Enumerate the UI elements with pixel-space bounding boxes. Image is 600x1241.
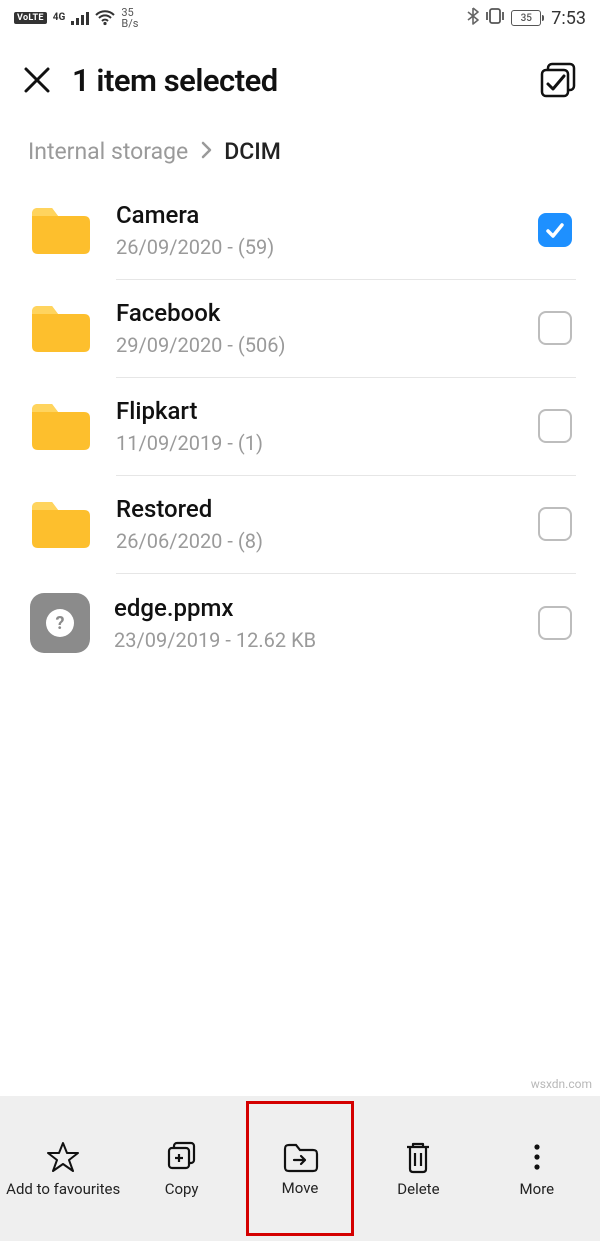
copy-button[interactable]: Copy xyxy=(122,1096,240,1241)
selection-header: 1 item selected xyxy=(0,34,600,112)
item-meta: 29/09/2020 - (506) xyxy=(116,333,514,357)
action-label: More xyxy=(520,1180,555,1198)
breadcrumb-current: DCIM xyxy=(224,138,281,165)
unknown-file-icon: ? xyxy=(30,593,90,653)
battery-indicator: 35 xyxy=(511,10,541,26)
list-item[interactable]: Restored 26/06/2020 - (8) xyxy=(0,475,600,573)
status-bar: VoLTE 4G 35 B/s 35 7:53 xyxy=(0,0,600,34)
watermark: wsxdn.com xyxy=(531,1077,592,1091)
item-name: Flipkart xyxy=(116,397,514,425)
item-meta: 26/09/2020 - (59) xyxy=(116,235,514,259)
folder-icon xyxy=(28,400,92,452)
volte-badge: VoLTE xyxy=(14,12,47,24)
delete-button[interactable]: Delete xyxy=(359,1096,477,1241)
page-title: 1 item selected xyxy=(72,62,278,99)
checkbox[interactable] xyxy=(538,606,572,640)
more-button[interactable]: More xyxy=(478,1096,596,1241)
breadcrumb-root[interactable]: Internal storage xyxy=(28,138,188,165)
star-icon xyxy=(46,1140,80,1174)
move-folder-icon xyxy=(281,1141,319,1173)
item-name: Facebook xyxy=(116,299,514,327)
copy-icon xyxy=(165,1140,199,1174)
item-name: Camera xyxy=(116,201,514,229)
list-item[interactable]: Camera 26/09/2020 - (59) xyxy=(0,181,600,279)
more-vertical-icon xyxy=(532,1140,542,1174)
checkbox[interactable] xyxy=(538,311,572,345)
clock: 7:53 xyxy=(551,8,586,29)
favourites-button[interactable]: Add to favourites xyxy=(4,1096,122,1241)
trash-icon xyxy=(403,1140,433,1174)
item-name: Restored xyxy=(116,495,514,523)
network-4g-label: 4G xyxy=(53,13,66,23)
list-item[interactable]: Flipkart 11/09/2019 - (1) xyxy=(0,377,600,475)
action-bar: Add to favourites Copy Move Delete More xyxy=(0,1096,600,1241)
folder-icon xyxy=(28,204,92,256)
action-label: Add to favourites xyxy=(6,1180,120,1198)
action-label: Copy xyxy=(165,1180,199,1198)
vibrate-icon xyxy=(485,7,505,29)
select-all-icon[interactable] xyxy=(538,60,578,100)
folder-icon xyxy=(28,498,92,550)
action-label: Move xyxy=(282,1179,319,1197)
folder-icon xyxy=(28,302,92,354)
checkbox[interactable] xyxy=(538,213,572,247)
file-list: Camera 26/09/2020 - (59) Facebook 29/09/… xyxy=(0,181,600,673)
svg-text:?: ? xyxy=(56,613,65,634)
breadcrumb: Internal storage DCIM xyxy=(0,112,600,181)
checkbox[interactable] xyxy=(538,409,572,443)
bluetooth-icon xyxy=(467,7,479,29)
item-meta: 23/09/2019 - 12.62 KB xyxy=(114,628,514,652)
list-item[interactable]: Facebook 29/09/2020 - (506) xyxy=(0,279,600,377)
list-item[interactable]: ? edge.ppmx 23/09/2019 - 12.62 KB xyxy=(0,573,600,673)
close-icon[interactable] xyxy=(22,65,52,95)
chevron-right-icon xyxy=(200,138,212,165)
signal-icon xyxy=(71,11,89,25)
item-name: edge.ppmx xyxy=(114,594,514,622)
action-label: Delete xyxy=(397,1180,439,1198)
item-meta: 11/09/2019 - (1) xyxy=(116,431,514,455)
wifi-icon xyxy=(95,10,115,26)
move-button[interactable]: Move xyxy=(241,1096,359,1241)
network-speed: 35 B/s xyxy=(121,7,138,29)
item-meta: 26/06/2020 - (8) xyxy=(116,529,514,553)
checkbox[interactable] xyxy=(538,507,572,541)
